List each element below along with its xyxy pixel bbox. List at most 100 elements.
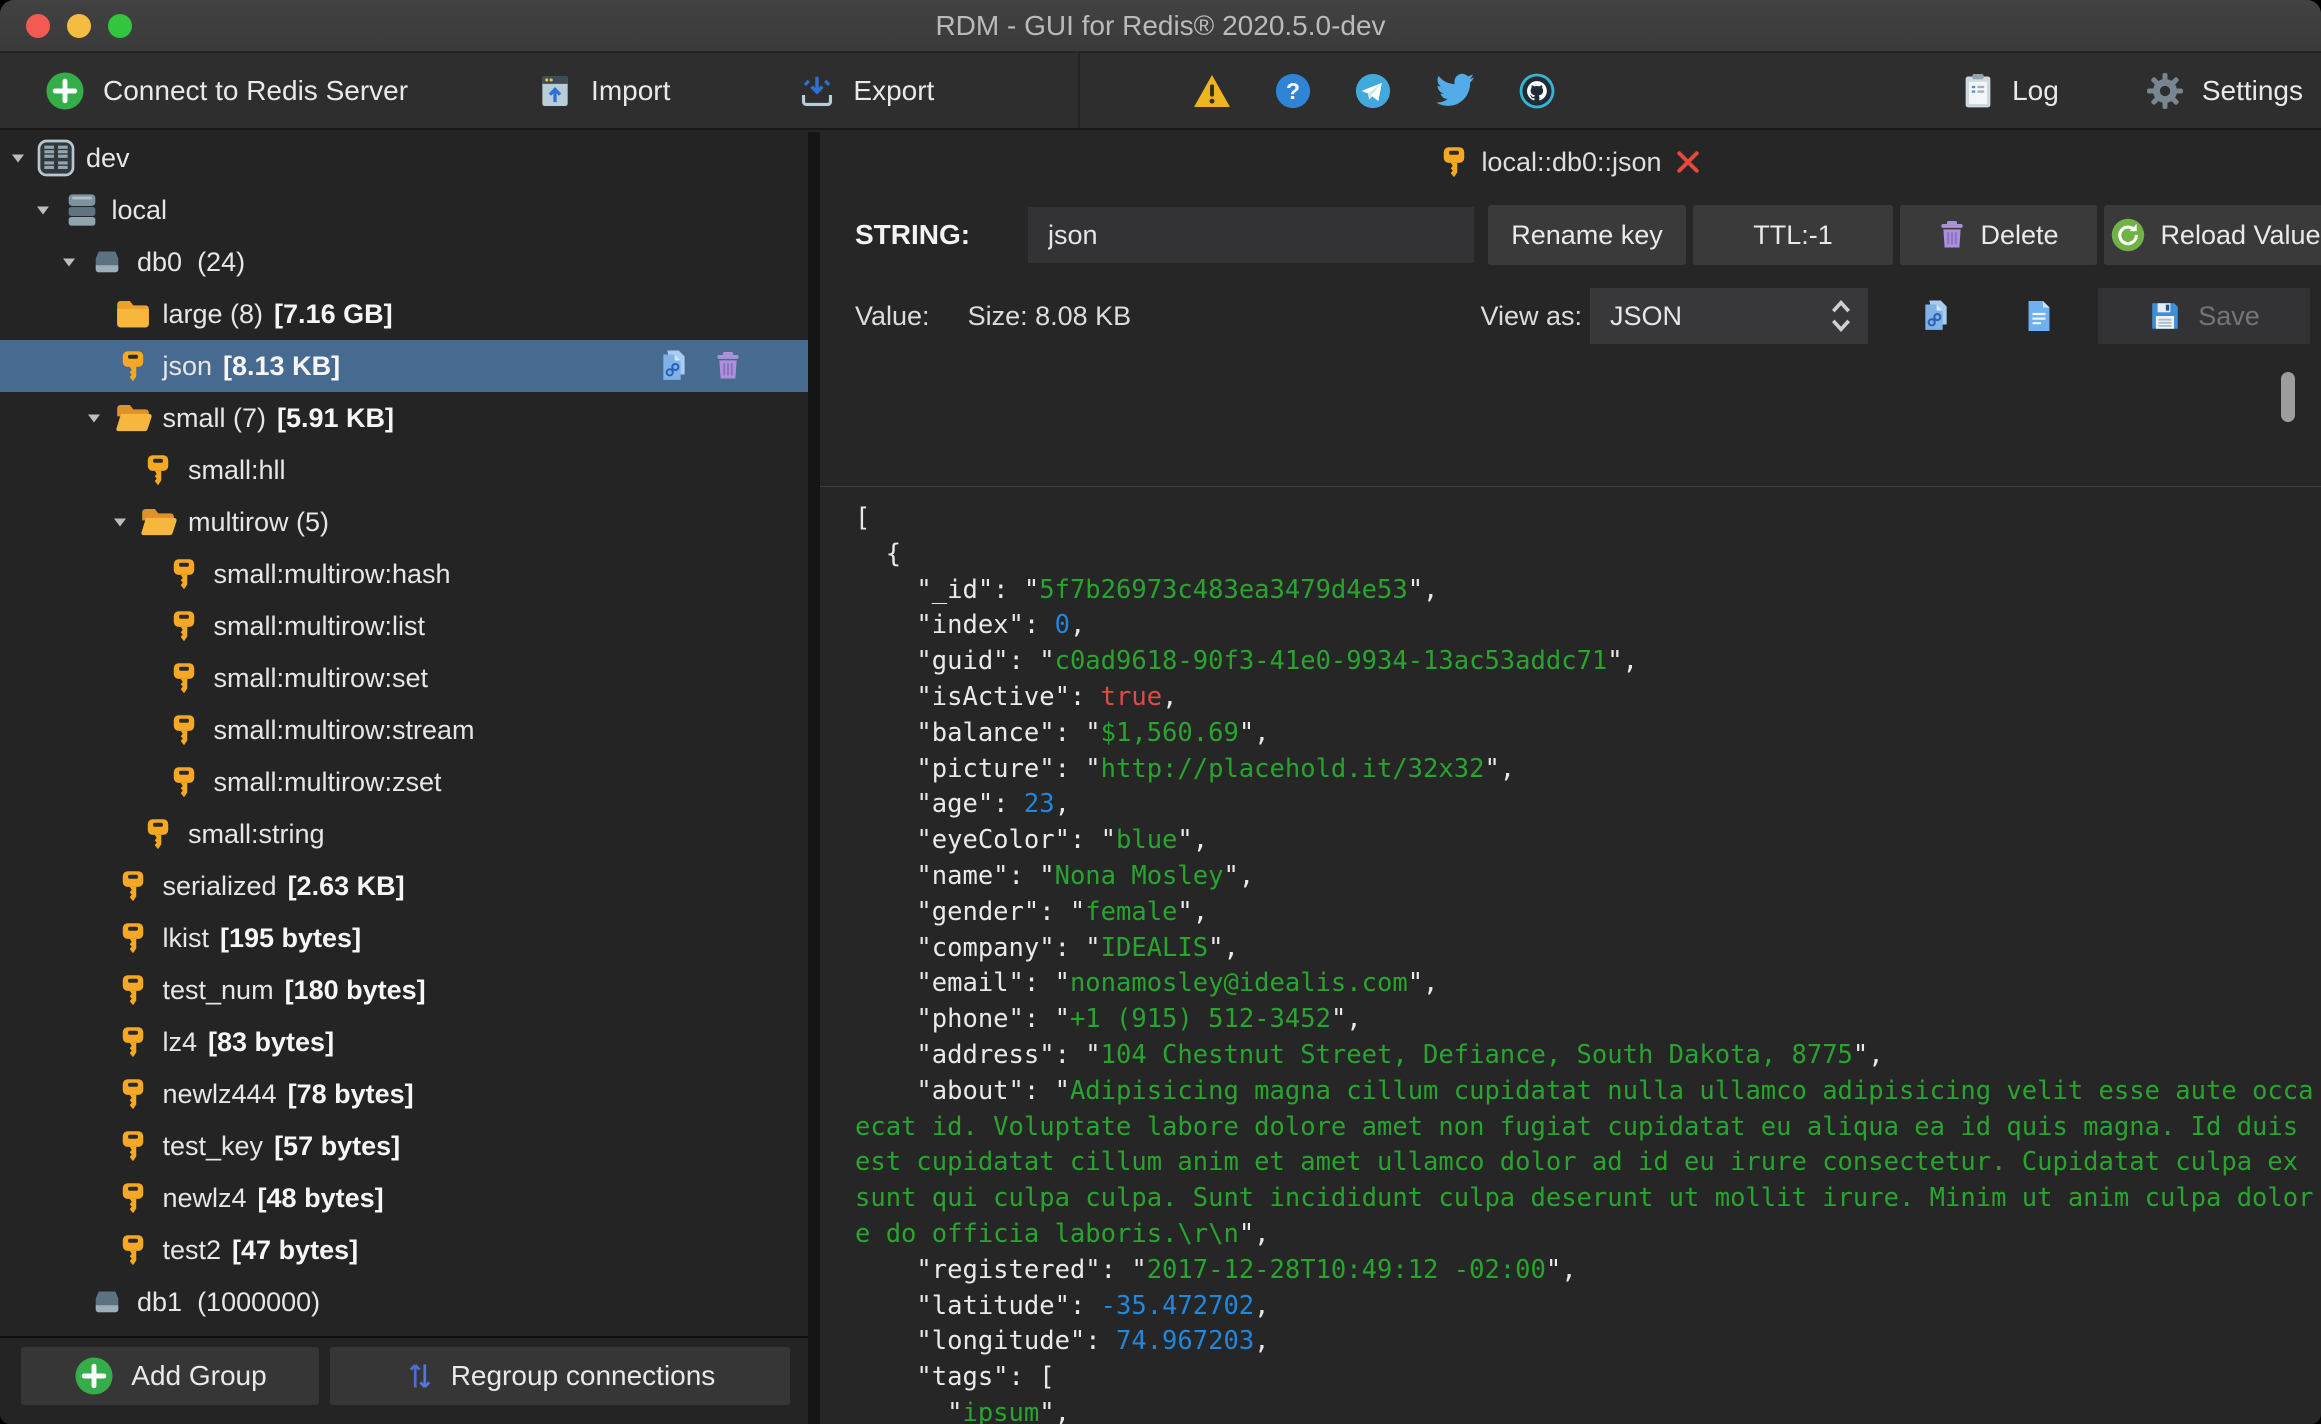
connect-to-redis-server-button[interactable]: Connect to Redis Server — [44, 70, 408, 112]
copy-key-icon[interactable] — [658, 349, 690, 384]
close-tab-icon[interactable] — [1674, 148, 1702, 176]
tree-item-db2[interactable]: db2(0) — [0, 1328, 808, 1336]
tree-item-multirow-5-[interactable]: multirow (5) — [0, 496, 808, 548]
tree-item-small-multirow-zset[interactable]: small:multirow:zset — [0, 756, 808, 808]
expand-arrow-icon[interactable] — [55, 254, 82, 270]
close-window-button[interactable] — [26, 14, 50, 38]
tab-local-db0-json[interactable]: local::db0::json — [1439, 146, 1701, 179]
tree-item-json[interactable]: json [8.13 KB] — [0, 340, 808, 392]
tree-item-small-multirow-set[interactable]: small:multirow:set — [0, 652, 808, 704]
code-line: "tags": [ — [855, 1362, 1055, 1393]
code-line: "_id": "5f7b26973c483ea3479d4e53", — [855, 574, 1439, 605]
settings-button[interactable]: Settings — [2145, 71, 2303, 111]
code-line: "picture": "http://placehold.it/32x32", — [855, 753, 1516, 784]
tree-item-serialized[interactable]: serialized [2.63 KB] — [0, 860, 808, 912]
code-line: [ — [855, 503, 871, 533]
warning-icon[interactable] — [1192, 73, 1232, 109]
key-type-label: STRING: — [855, 219, 971, 250]
reload-value-button[interactable]: Reload Value — [2104, 205, 2321, 265]
tree-item-dev[interactable]: dev — [0, 132, 808, 184]
key-icon — [159, 714, 209, 747]
code-line: "index": 0, — [855, 610, 1086, 641]
sidebar: dev local db0 (24) large (8) [7.16 GB] json [8.… — [0, 132, 808, 1424]
key-row: STRING: Rename key TTL:-1 Delete Reload … — [820, 192, 2321, 278]
tree-item-label: large (8) — [162, 298, 264, 329]
tree-item-size: [195 bytes] — [220, 922, 362, 953]
tree-item-label: local — [111, 194, 168, 225]
import-icon — [536, 71, 574, 111]
plus-circle-icon — [73, 1355, 115, 1397]
tree-item-lkist[interactable]: lkist [195 bytes] — [0, 912, 808, 964]
tree-item-large-8-[interactable]: large (8) [7.16 GB] — [0, 288, 808, 340]
tree-item-actions — [658, 349, 742, 384]
toolbar-left: Connect to Redis Server Import Export — [0, 53, 1080, 128]
code-line: "latitude": -35.472702, — [855, 1290, 1270, 1321]
tree-item-lz4[interactable]: lz4 [83 bytes] — [0, 1016, 808, 1068]
zoom-window-button[interactable] — [108, 14, 132, 38]
sidebar-splitter[interactable] — [808, 132, 820, 1424]
trash-icon[interactable] — [714, 350, 742, 382]
view-as-dropdown[interactable]: JSON — [1590, 288, 1868, 344]
tree-item-test-num[interactable]: test_num [180 bytes] — [0, 964, 808, 1016]
code-line: sunt qui culpa culpa. Sunt incididunt cu… — [855, 1183, 2314, 1214]
tree-item-size: [78 bytes] — [287, 1078, 414, 1109]
add-group-button[interactable]: Add Group — [21, 1347, 319, 1405]
twitter-icon[interactable] — [1434, 72, 1476, 110]
tree-item-count: (1000000) — [197, 1286, 321, 1317]
telegram-icon[interactable] — [1354, 72, 1392, 110]
expand-arrow-icon[interactable] — [106, 514, 133, 530]
tree-item-local[interactable]: local — [0, 184, 808, 236]
rename-key-button[interactable]: Rename key — [1488, 205, 1686, 265]
tree-item-test2[interactable]: test2 [47 bytes] — [0, 1224, 808, 1276]
regroup-connections-button[interactable]: Regroup connections — [330, 1347, 790, 1405]
traffic-lights — [26, 14, 132, 38]
export-button[interactable]: Export — [798, 71, 934, 111]
code-line: est cupidatat cillum anim et amet ullamc… — [855, 1147, 2314, 1178]
copy-value-button[interactable] — [1920, 299, 1952, 334]
code-line: "phone": "+1 (915) 512-3452", — [855, 1004, 1362, 1035]
code-line: "guid": "c0ad9618-90f3-41e0-9934-13ac53a… — [855, 646, 1638, 677]
expand-arrow-icon[interactable] — [4, 150, 31, 166]
code-line: { — [855, 538, 902, 569]
scrollbar-thumb[interactable] — [2281, 372, 2295, 422]
tree-item-size: [5.91 KB] — [277, 402, 395, 433]
code-line: "about": "Adipisicing magna cillum cupid… — [855, 1075, 2314, 1106]
github-icon[interactable] — [1518, 72, 1556, 110]
tree-item-newlz4[interactable]: newlz4 [48 bytes] — [0, 1172, 808, 1224]
tree-item-small-7-[interactable]: small (7) [5.91 KB] — [0, 392, 808, 444]
ttl-button[interactable]: TTL:-1 — [1693, 205, 1893, 265]
tree-item-small-multirow-stream[interactable]: small:multirow:stream — [0, 704, 808, 756]
save-button[interactable]: Save — [2098, 288, 2310, 344]
tree-item-small-string[interactable]: small:string — [0, 808, 808, 860]
key-icon — [1439, 146, 1469, 179]
view-raw-button[interactable] — [2024, 299, 2054, 333]
tree-item-db1[interactable]: db1 (1000000) — [0, 1276, 808, 1328]
tree-item-size: [83 bytes] — [208, 1026, 335, 1057]
key-icon — [108, 1078, 158, 1111]
tree-item-small-hll[interactable]: small:hll — [0, 444, 808, 496]
value-text-editor[interactable]: [ { "_id": "5f7b26973c483ea3479d4e53", "… — [820, 486, 2321, 1424]
code-line: "gender": "female", — [855, 896, 1209, 927]
expand-arrow-icon[interactable] — [30, 202, 57, 218]
import-button[interactable]: Import — [536, 71, 670, 111]
folder-open-icon — [133, 502, 183, 542]
key-name-input[interactable] — [1028, 207, 1474, 263]
tree-item-small-multirow-list[interactable]: small:multirow:list — [0, 600, 808, 652]
tree-item-db0[interactable]: db0 (24) — [0, 236, 808, 288]
log-button[interactable]: Log — [1961, 72, 2059, 110]
code-line: "registered": "2017-12-28T10:49:12 -02:0… — [855, 1254, 1577, 1285]
expand-arrow-icon[interactable] — [81, 410, 108, 426]
key-icon — [108, 1026, 158, 1059]
server-icon — [31, 138, 81, 178]
minimize-window-button[interactable] — [67, 14, 91, 38]
value-size-label: Size: 8.08 KB — [967, 300, 1132, 331]
code-line: "ipsum", — [855, 1397, 1070, 1424]
tree-item-test-key[interactable]: test_key [57 bytes] — [0, 1120, 808, 1172]
tree-item-size: [2.63 KB] — [287, 870, 405, 901]
help-icon[interactable]: ? — [1274, 72, 1312, 110]
tree-item-label: small:multirow:list — [213, 610, 426, 641]
svg-text:?: ? — [1286, 77, 1300, 103]
tree-item-small-multirow-hash[interactable]: small:multirow:hash — [0, 548, 808, 600]
tree-item-newlz444[interactable]: newlz444 [78 bytes] — [0, 1068, 808, 1120]
delete-key-button[interactable]: Delete — [1900, 205, 2097, 265]
